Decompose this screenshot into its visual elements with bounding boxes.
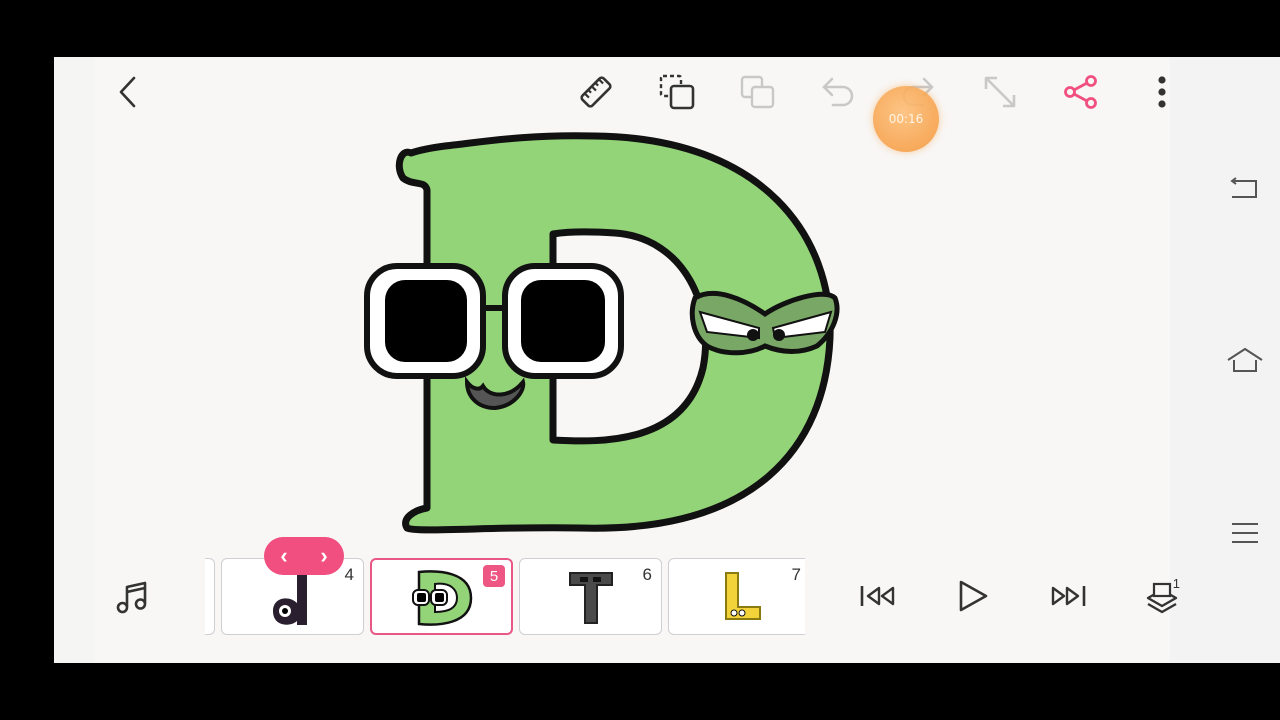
frame-partial[interactable] <box>205 558 215 635</box>
back-icon[interactable] <box>110 74 146 110</box>
prev-frame-button[interactable]: ‹ <box>280 545 287 567</box>
frame-thumb-5[interactable]: 5 <box>370 558 513 635</box>
frame-thumb-7[interactable]: 7 <box>668 558 805 635</box>
frame-number: 7 <box>791 565 801 584</box>
recording-indicator[interactable]: 00:16 <box>873 86 939 152</box>
recents-icon[interactable] <box>1228 518 1262 548</box>
system-back-icon[interactable] <box>1226 174 1262 204</box>
recording-time: 00:16 <box>888 112 924 126</box>
more-icon[interactable] <box>1146 72 1178 112</box>
yellow-l-thumb <box>724 572 761 620</box>
music-icon[interactable] <box>110 576 154 620</box>
frame-number: 6 <box>642 565 652 584</box>
frame-number: 4 <box>344 565 354 584</box>
frame-thumb-6[interactable]: 6 <box>519 558 662 635</box>
layers-count: 1 <box>1172 576 1180 591</box>
lowercase-d-thumb <box>272 571 307 625</box>
layers-icon[interactable]: 1 <box>1140 574 1186 618</box>
paste-frame-icon[interactable] <box>656 72 698 112</box>
grey-t-thumb <box>568 572 613 624</box>
next-frame-button[interactable]: › <box>320 545 327 567</box>
home-icon[interactable] <box>1224 344 1266 376</box>
green-d-thumb <box>411 570 472 626</box>
letter-d-drawing[interactable] <box>355 128 850 538</box>
skip-back-icon[interactable] <box>856 576 900 616</box>
undo-icon[interactable] <box>818 72 858 112</box>
fullscreen-icon[interactable] <box>980 72 1020 112</box>
frame-number: 5 <box>483 565 505 587</box>
share-icon[interactable] <box>1061 72 1101 112</box>
skip-forward-icon[interactable] <box>1046 576 1090 616</box>
duplicate-icon[interactable] <box>738 72 778 112</box>
ruler-icon[interactable] <box>576 72 616 112</box>
play-icon[interactable] <box>950 574 994 618</box>
frame-nav-pill: ‹ › <box>264 537 344 575</box>
